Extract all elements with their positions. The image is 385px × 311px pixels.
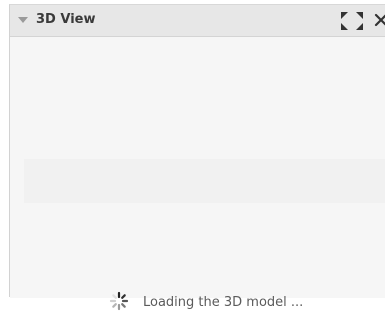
loading-indicator: Loading the 3D model ... xyxy=(24,159,385,311)
panel-title: 3D View xyxy=(36,12,96,27)
fullscreen-expand-icon[interactable] xyxy=(340,11,364,31)
collapse-triangle-icon[interactable] xyxy=(18,17,28,23)
3d-view-panel: 3D View Loading the 3D model ... xyxy=(9,4,385,311)
loading-spinner-icon xyxy=(109,291,129,311)
close-icon[interactable] xyxy=(374,12,385,28)
panel-header: 3D View xyxy=(10,5,385,37)
3d-viewport[interactable]: Loading the 3D model ... xyxy=(10,37,385,311)
loading-message: Loading the 3D model ... xyxy=(143,295,304,310)
